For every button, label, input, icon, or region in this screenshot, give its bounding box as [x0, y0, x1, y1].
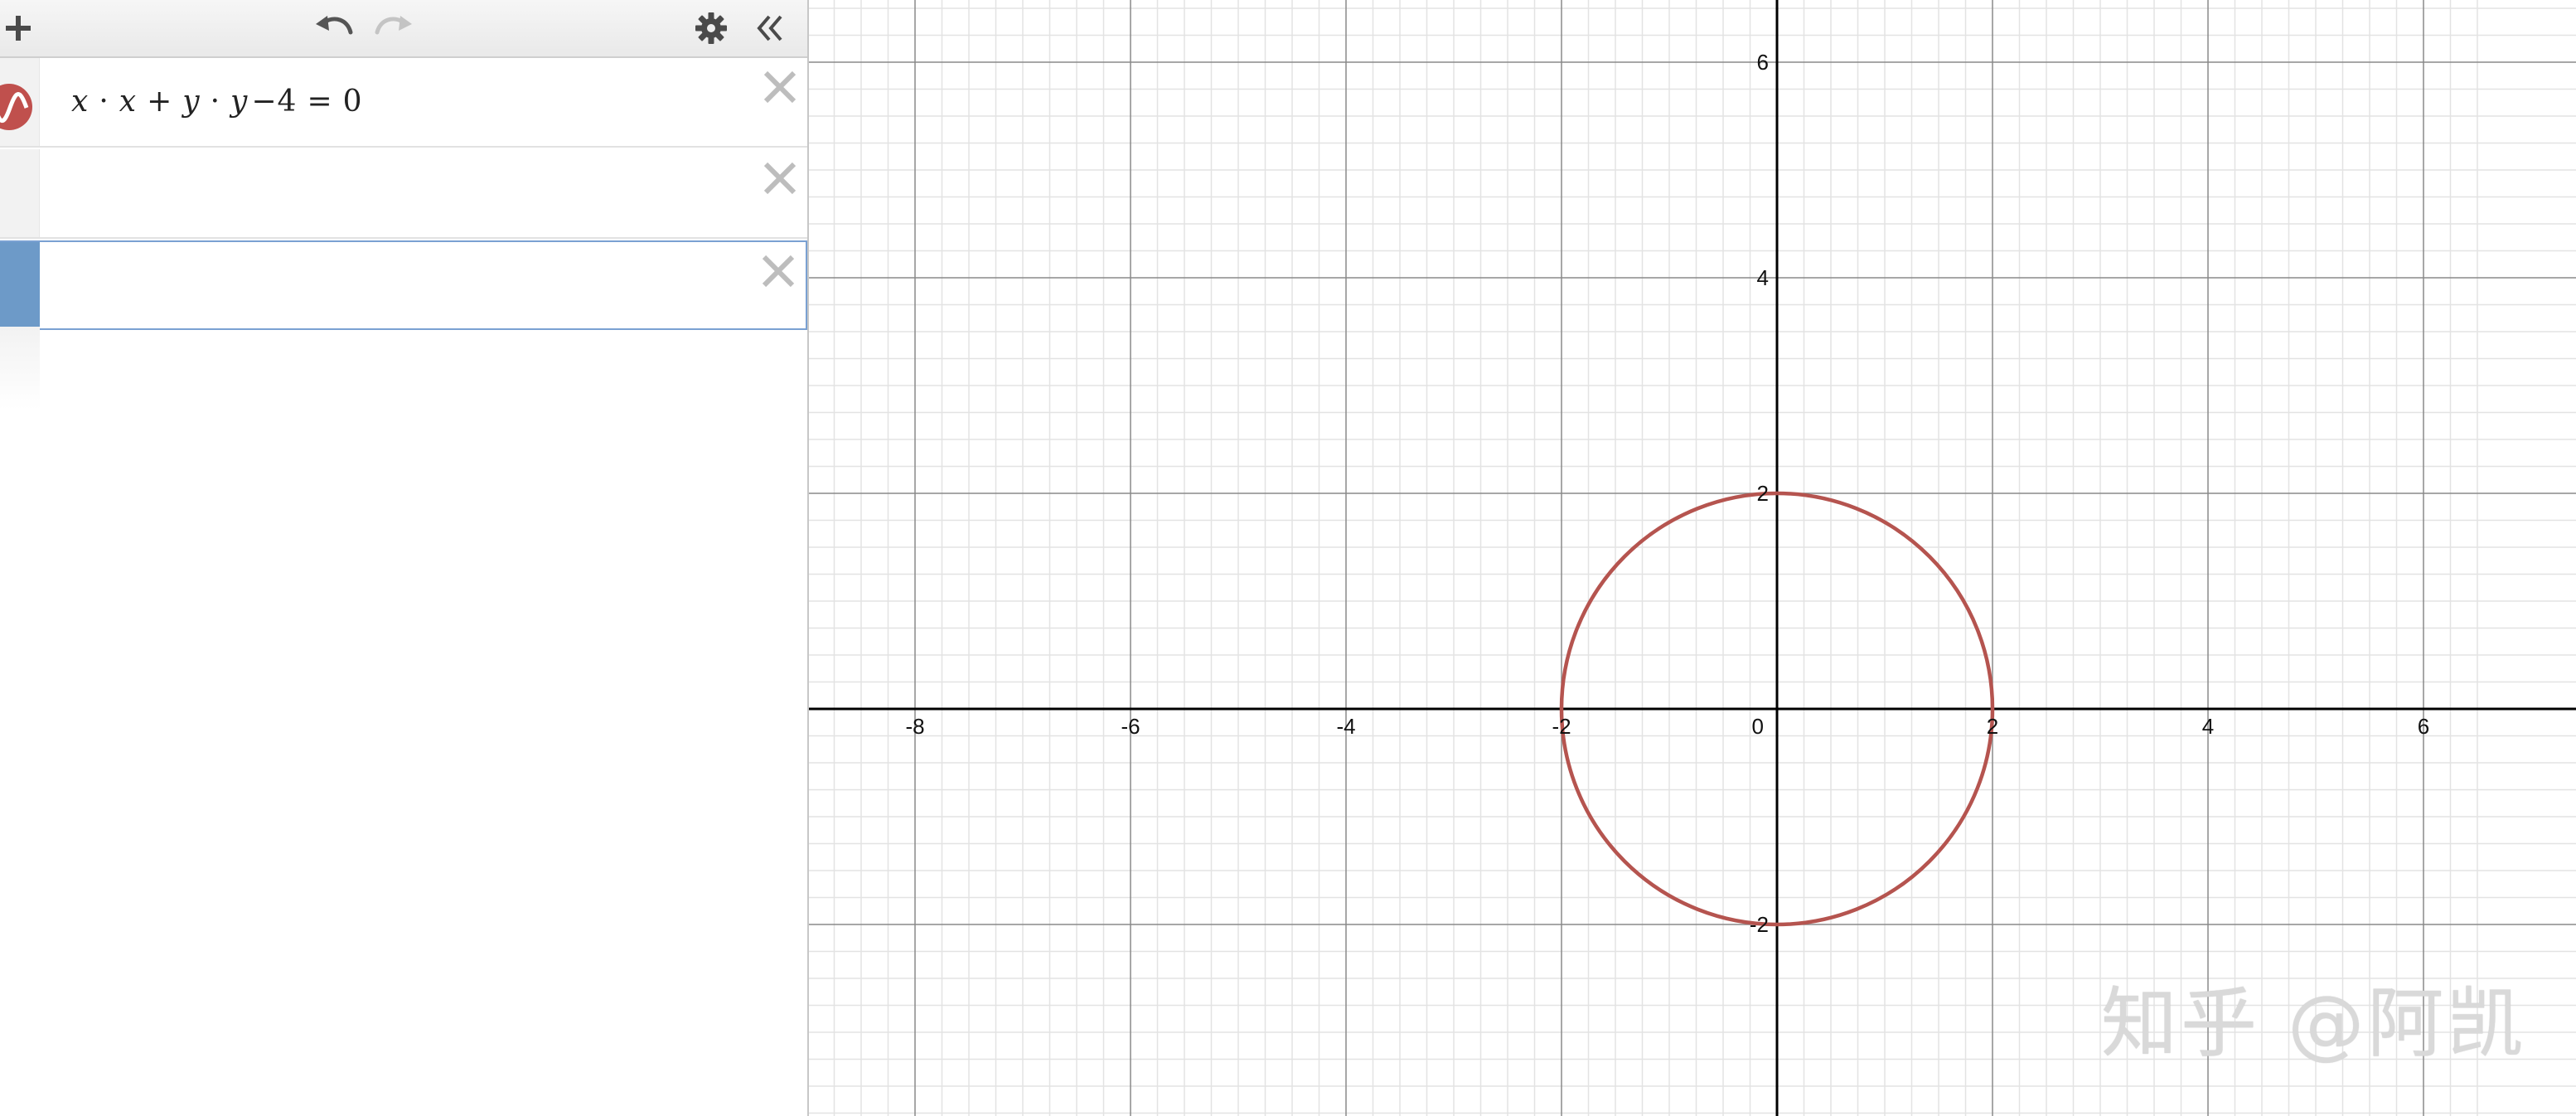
math-token: x: [71, 85, 90, 119]
expression-panel: x · x + y · y −4 = 0: [0, 0, 809, 1116]
watermark: 知乎 @阿凯: [2101, 979, 2527, 1068]
math-token: x: [119, 85, 138, 119]
math-token: y: [182, 85, 201, 119]
redo-icon: [375, 16, 412, 35]
math-token: y: [230, 85, 249, 119]
math-token: ·: [210, 85, 221, 119]
redo-button[interactable]: [370, 0, 419, 56]
minor-gridlines: [809, 0, 2576, 1116]
math-token: +: [147, 85, 173, 119]
close-icon: [762, 255, 795, 288]
y-tick-label: 6: [1757, 50, 1769, 75]
x-tick-label: 6: [2418, 714, 2429, 739]
x-tick-label: 4: [2202, 714, 2214, 739]
expression-math[interactable]: x · x + y · y −4 = 0: [70, 58, 365, 146]
graph-canvas[interactable]: -10-8-6-4-20246642-2: [809, 0, 2576, 1116]
gear-icon: [695, 12, 727, 44]
expression-row-1[interactable]: x · x + y · y −4 = 0: [0, 58, 807, 148]
settings-button[interactable]: [686, 0, 736, 56]
delete-expression-button[interactable]: [761, 159, 799, 197]
math-token: 0: [342, 85, 363, 119]
close-icon: [763, 162, 797, 195]
double-chevron-left-icon: [757, 15, 782, 41]
graph-svg[interactable]: -10-8-6-4-20246642-2: [809, 0, 2576, 1116]
undo-icon: [316, 16, 353, 35]
x-tick-label: -2: [1552, 714, 1571, 739]
y-tick-label: 4: [1757, 265, 1769, 290]
math-token: =: [307, 85, 333, 119]
expression-row-2[interactable]: [0, 149, 807, 239]
collapse-panel-button[interactable]: [744, 0, 794, 56]
expression-list-tail: [0, 327, 40, 410]
axes: [809, 0, 2576, 1116]
x-tick-label: 0: [1752, 714, 1764, 739]
y-tick-label: 2: [1757, 481, 1769, 506]
graph-color-toggle[interactable]: [0, 83, 33, 131]
expression-tab-active[interactable]: [0, 242, 40, 328]
add-expression-button[interactable]: [0, 0, 36, 56]
expression-toolbar: [0, 0, 807, 58]
math-token: ·: [99, 85, 109, 119]
expression-row-3[interactable]: [0, 240, 807, 330]
curve-visibility-icon: [0, 84, 32, 130]
expression-tab[interactable]: [0, 58, 40, 146]
x-tick-label: -8: [905, 714, 924, 739]
close-icon: [763, 70, 797, 104]
x-tick-label: -4: [1336, 714, 1355, 739]
y-tick-label: -2: [1750, 912, 1769, 937]
expression-tab[interactable]: [0, 149, 40, 237]
delete-expression-button[interactable]: [759, 252, 797, 290]
x-tick-label: 2: [1987, 714, 1998, 739]
x-tick-label: -6: [1121, 714, 1140, 739]
major-gridlines: [809, 0, 2576, 1116]
plus-icon: [6, 16, 31, 41]
delete-expression-button[interactable]: [761, 68, 799, 106]
undo-button[interactable]: [308, 0, 358, 56]
math-token: −4: [251, 85, 298, 119]
